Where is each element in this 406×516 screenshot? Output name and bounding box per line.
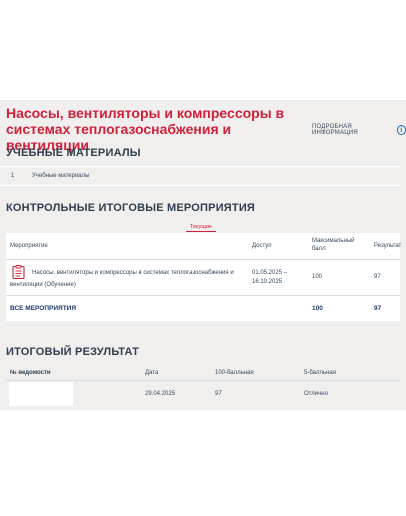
all-events-max: 100 xyxy=(312,305,323,312)
course-title: Насосы, вентиляторы и компрессоры в сист… xyxy=(6,105,285,153)
final-results-table: № ведомости Дата 100-балльная 5-балльная… xyxy=(6,367,400,409)
final-score100: 97 xyxy=(215,391,222,397)
materials-section-title: УЧЕБНЫЕ МАТЕРИАЛЫ xyxy=(6,147,141,159)
column-header-result-label: Результат xyxy=(374,243,402,249)
table-divider xyxy=(6,380,400,381)
all-events-result: 97 xyxy=(374,305,382,312)
table-divider xyxy=(6,259,400,260)
statement-number-cell xyxy=(9,382,73,406)
final-date: 29.04.2025 xyxy=(145,391,176,397)
info-icon: i xyxy=(396,125,406,135)
event-name-link[interactable]: Насосы, вентиляторы и компрессоры в сист… xyxy=(10,267,245,291)
event-max-score: 100 xyxy=(312,274,323,280)
materials-list-item[interactable]: 1 Учебные материалы xyxy=(0,166,400,186)
tab-current[interactable]: Текущие xyxy=(186,222,216,232)
column-header-event-label: Мероприятие xyxy=(10,243,48,249)
all-events-label: ВСЕ МЕРОПРИЯТИЯ xyxy=(10,305,77,312)
event-result: 97 xyxy=(374,274,381,280)
column-header-date: Дата xyxy=(145,370,159,376)
more-info-link[interactable]: ПОДРОБНАЯ ИНФОРМАЦИЯ i xyxy=(312,124,406,136)
table-divider xyxy=(6,295,400,296)
column-header-max-label: Максимальный балл xyxy=(312,238,355,252)
column-header-score5: 5-балльная xyxy=(304,370,336,376)
events-table: Мероприятие Доступ Максимальный балл Рез… xyxy=(6,233,402,321)
materials-item-number: 1 xyxy=(11,173,15,179)
more-info-label: ПОДРОБНАЯ ИНФОРМАЦИЯ xyxy=(312,124,358,136)
final-score5: Отлично xyxy=(304,391,328,397)
materials-item-label[interactable]: Учебные материалы xyxy=(32,173,89,179)
final-section-title: ИТОГОВЫЙ РЕЗУЛЬТАТ xyxy=(6,346,140,358)
column-header-score100: 100-балльная xyxy=(215,370,254,376)
event-access-dates: 01.05.2025 – 16.10.2025 xyxy=(252,270,288,285)
column-header-statement: № ведомости xyxy=(10,370,51,376)
column-header-access-label: Доступ xyxy=(252,243,272,249)
events-section-title: КОНТРОЛЬНЫЕ ИТОГОВЫЕ МЕРОПРИЯТИЯ xyxy=(6,202,256,214)
